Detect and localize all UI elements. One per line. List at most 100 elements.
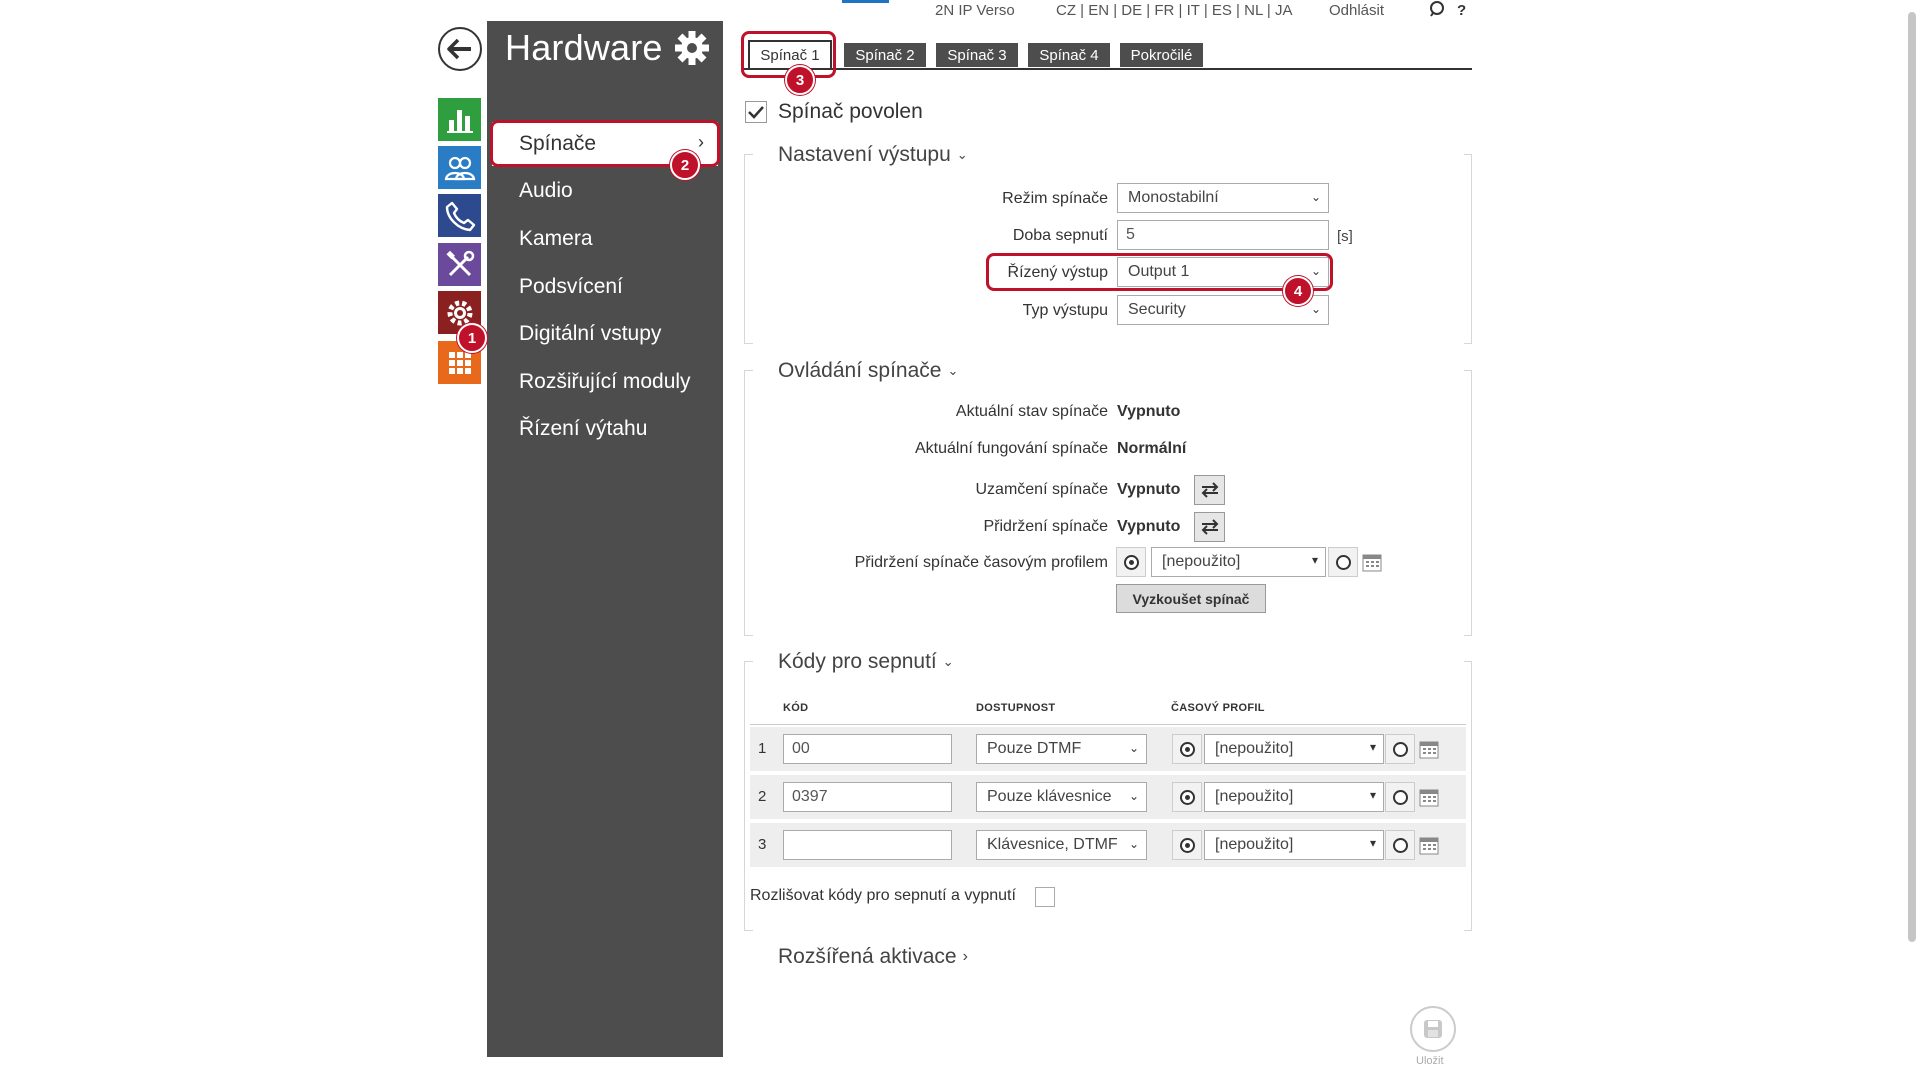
table-header-divider <box>750 724 1466 725</box>
status-icon[interactable] <box>438 98 481 141</box>
profile-radio-selected[interactable] <box>1180 838 1195 853</box>
hold-value: Vypnuto <box>1117 518 1181 535</box>
switch-control-title-text: Ovládání spínače <box>778 359 942 382</box>
row-profile-select[interactable]: [nepoužito] ▾ <box>1204 830 1384 860</box>
mode-select-value: Monostabilní <box>1128 189 1219 206</box>
hold-profile-value: [nepoužito] <box>1162 553 1241 570</box>
col-header-availability: DOSTUPNOST <box>976 702 1056 714</box>
distinguish-codes-label: Rozlišovat kódy pro sepnutí a vypnutí <box>750 887 1016 904</box>
profile-radio-unselected[interactable] <box>1393 838 1408 853</box>
row-radio-wrap <box>1172 830 1202 860</box>
tab-spinac-2[interactable]: Spínač 2 <box>844 43 926 67</box>
scrollbar-thumb[interactable] <box>1908 12 1916 942</box>
row-profile-select[interactable]: [nepoužito] ▾ <box>1204 734 1384 764</box>
sidebar-item-podsviceni[interactable]: Podsvícení <box>487 265 723 309</box>
lock-toggle-button[interactable] <box>1194 475 1225 505</box>
swap-arrows-icon <box>1201 519 1218 535</box>
highlight-controlled-output <box>986 253 1333 291</box>
row-radio-wrap-2 <box>1385 830 1415 860</box>
tab-pokrocile[interactable]: Pokročilé <box>1120 43 1203 67</box>
code-input[interactable]: 00 <box>783 734 952 764</box>
hold-profile-radio-wrap-2 <box>1328 547 1358 577</box>
calls-icon[interactable] <box>438 194 481 237</box>
row-radio-wrap <box>1172 734 1202 764</box>
chevron-down-icon: ⌄ <box>1310 190 1321 204</box>
hold-profile-select[interactable]: [nepoužito] ▾ <box>1151 547 1326 577</box>
profile-radio-selected[interactable] <box>1124 555 1139 570</box>
gear-icon <box>675 31 709 65</box>
profile-radio-unselected[interactable] <box>1393 790 1408 805</box>
function-value: Normální <box>1117 440 1187 457</box>
product-name: 2N IP Verso <box>935 2 1015 19</box>
code-input[interactable]: 0397 <box>783 782 952 812</box>
mode-label: Režim spínače <box>1002 190 1108 207</box>
output-type-label: Typ výstupu <box>1022 302 1108 319</box>
row-profile-select[interactable]: [nepoužito] ▾ <box>1204 782 1384 812</box>
row-number: 1 <box>758 740 767 757</box>
help-icon[interactable]: ? <box>1457 2 1466 19</box>
col-header-code: KÓD <box>783 702 809 714</box>
extended-activation-title[interactable]: Rozšířená aktivace › <box>778 945 968 969</box>
logout-link[interactable]: Odhlásit <box>1329 2 1384 19</box>
chevron-right-icon: › <box>962 948 968 966</box>
annotation-badge-2: 2 <box>670 150 700 180</box>
switch-control-box <box>744 370 1472 636</box>
availability-value: Klávesnice, DTMF <box>987 836 1118 853</box>
profile-radio-unselected[interactable] <box>1336 555 1351 570</box>
calendar-icon[interactable] <box>1419 835 1439 855</box>
tab-spinac-4[interactable]: Spínač 4 <box>1028 43 1110 67</box>
row-profile-value: [nepoužito] <box>1215 836 1294 853</box>
switch-enabled-checkbox[interactable] <box>745 101 767 123</box>
switch-enabled-label: Spínač povolen <box>778 100 923 123</box>
annotation-badge-1: 1 <box>457 323 487 353</box>
test-switch-button[interactable]: Vyzkoušet spínač <box>1116 584 1266 613</box>
row-profile-value: [nepoužito] <box>1215 740 1294 757</box>
tab-spinac-3[interactable]: Spínač 3 <box>936 43 1018 67</box>
tabs-underline <box>744 68 1472 70</box>
chevron-down-icon: ▾ <box>1369 788 1376 802</box>
hold-toggle-button[interactable] <box>1194 512 1225 542</box>
sidebar-item-kamera[interactable]: Kamera <box>487 217 723 261</box>
duration-label: Doba sepnutí <box>1012 227 1108 244</box>
sidebar-item-rozsirujici-moduly[interactable]: Rozšiřující moduly <box>487 360 723 404</box>
codes-title[interactable]: Kódy pro sepnutí ⌄ <box>774 650 958 674</box>
row-number: 3 <box>758 836 767 853</box>
availability-select[interactable]: Klávesnice, DTMF ⌄ <box>976 830 1147 860</box>
calendar-icon[interactable] <box>1419 739 1439 759</box>
hold-profile-radio-wrap <box>1116 547 1146 577</box>
switch-control-title[interactable]: Ovládání spínače ⌄ <box>774 359 963 383</box>
save-label: Uložit <box>1416 1055 1444 1067</box>
annotation-badge-3: 3 <box>785 65 815 95</box>
chevron-down-icon: ⌄ <box>956 147 968 163</box>
row-profile-value: [nepoužito] <box>1215 788 1294 805</box>
sidebar-item-rizeni-vytahu[interactable]: Řízení výtahu <box>487 407 723 451</box>
profile-radio-unselected[interactable] <box>1393 742 1408 757</box>
output-settings-title[interactable]: Nastavení výstupu ⌄ <box>774 143 972 167</box>
profile-radio-selected[interactable] <box>1180 790 1195 805</box>
calendar-icon[interactable] <box>1419 787 1439 807</box>
annotation-badge-4: 4 <box>1283 276 1313 306</box>
mode-select[interactable]: Monostabilní ⌄ <box>1117 183 1329 213</box>
duration-input[interactable]: 5 <box>1117 220 1329 250</box>
search-icon[interactable] <box>1429 1 1446 22</box>
checkmark-icon <box>748 106 764 119</box>
swap-arrows-icon <box>1201 482 1218 498</box>
chevron-down-icon: ▾ <box>1369 740 1376 754</box>
hold-label: Přidržení spínače <box>983 518 1108 535</box>
top-accent-bar <box>842 0 889 3</box>
profile-radio-selected[interactable] <box>1180 742 1195 757</box>
output-settings-title-text: Nastavení výstupu <box>778 143 951 166</box>
save-button[interactable] <box>1410 1006 1456 1052</box>
directory-icon[interactable] <box>438 146 481 189</box>
sidebar-item-digitalni-vstupy[interactable]: Digitální vstupy <box>487 312 723 356</box>
services-icon[interactable] <box>438 243 481 286</box>
back-arrow-icon[interactable] <box>438 27 482 71</box>
availability-select[interactable]: Pouze DTMF ⌄ <box>976 734 1147 764</box>
chevron-down-icon: ⌄ <box>1128 789 1139 803</box>
code-input[interactable] <box>783 830 952 860</box>
availability-select[interactable]: Pouze klávesnice ⌄ <box>976 782 1147 812</box>
calendar-icon[interactable] <box>1362 552 1382 572</box>
language-switcher[interactable]: CZ | EN | DE | FR | IT | ES | NL | JA <box>1056 2 1292 19</box>
row-number: 2 <box>758 788 767 805</box>
distinguish-codes-checkbox[interactable] <box>1035 887 1055 907</box>
